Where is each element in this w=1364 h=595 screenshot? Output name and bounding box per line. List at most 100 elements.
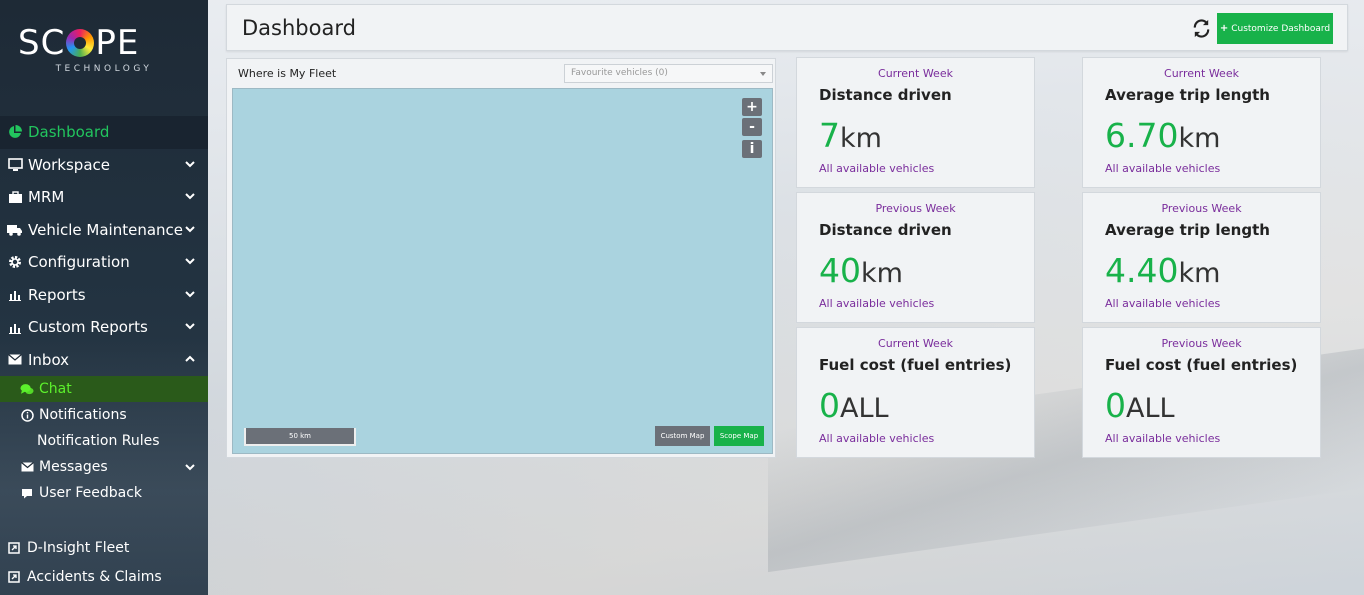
sidebar-item-mrm[interactable]: MRM <box>0 181 208 214</box>
customize-dashboard-button[interactable]: + Customize Dashboard <box>1217 13 1333 44</box>
stat-title: Average trip length <box>1105 221 1270 239</box>
favourite-vehicles-select[interactable]: Favourite vehicles (0) <box>564 64 773 83</box>
stat-card-trip-length-previous: Previous Week Average trip length 4.40km… <box>1082 192 1321 323</box>
stat-title: Distance driven <box>819 221 952 239</box>
sidebar-item-d-insight-fleet[interactable]: D-Insight Fleet <box>0 533 208 562</box>
widget-title: Where is My Fleet <box>238 67 337 80</box>
stat-value: 0ALL <box>819 386 889 429</box>
external-link-icon <box>7 541 21 555</box>
stat-scope-link[interactable]: All available vehicles <box>819 432 934 445</box>
external-links: D-Insight Fleet Accidents & Claims <box>0 533 208 591</box>
sidebar-item-label: Custom Reports <box>28 318 148 337</box>
sidebar-item-accidents-claims[interactable]: Accidents & Claims <box>0 562 208 591</box>
plus-icon: + <box>1219 23 1229 34</box>
stat-period: Current Week <box>878 337 953 350</box>
sidebar-item-label: MRM <box>28 188 65 207</box>
bar-chart-icon <box>7 319 23 335</box>
zoom-in-button[interactable]: + <box>742 98 762 116</box>
sidebar-item-label: D-Insight Fleet <box>27 539 130 556</box>
sidebar-item-vehicle-maintenance[interactable]: Vehicle Maintenance <box>0 214 208 247</box>
stat-period: Previous Week <box>875 202 956 215</box>
scope-logo[interactable]: SC PE TECHNOLOGY <box>18 26 190 76</box>
info-circle-icon <box>20 408 34 422</box>
bar-chart-icon <box>7 287 23 303</box>
sidebar-item-label: Accidents & Claims <box>27 568 162 585</box>
sidebar-subitem-user-feedback[interactable]: User Feedback <box>0 480 208 506</box>
stat-title: Distance driven <box>819 86 952 104</box>
sidebar-item-configuration[interactable]: Configuration <box>0 246 208 279</box>
sidebar-subitem-label: Notifications <box>39 407 127 423</box>
map-info-button[interactable]: i <box>742 140 762 158</box>
sidebar-item-label: Vehicle Maintenance <box>28 220 184 239</box>
chevron-down-icon <box>185 160 195 167</box>
sidebar-subitem-messages[interactable]: Messages <box>0 454 208 480</box>
logo-letters-pe: PE <box>95 23 140 63</box>
custom-map-button[interactable]: Custom Map <box>655 426 710 446</box>
chevron-up-icon <box>185 355 195 362</box>
stat-unit: km <box>840 123 882 154</box>
main-nav: Dashboard Workspace MRM Vehicle Maintena… <box>0 116 208 506</box>
stat-value: 7km <box>819 116 882 159</box>
chevron-down-icon <box>185 193 195 200</box>
stat-scope-link[interactable]: All available vehicles <box>1105 162 1220 175</box>
stat-title: Average trip length <box>1105 86 1270 104</box>
stat-scope-link[interactable]: All available vehicles <box>1105 432 1220 445</box>
stat-card-distance-previous: Previous Week Distance driven 40km All a… <box>796 192 1035 323</box>
chevron-down-icon <box>185 258 195 265</box>
stat-card-fuel-cost-previous: Previous Week Fuel cost (fuel entries) 0… <box>1082 327 1321 458</box>
sidebar-item-workspace[interactable]: Workspace <box>0 149 208 182</box>
zoom-out-button[interactable]: - <box>742 118 762 136</box>
stat-value: 4.40km <box>1105 251 1220 294</box>
stat-scope-link[interactable]: All available vehicles <box>819 162 934 175</box>
stat-unit: ALL <box>1126 393 1175 424</box>
stat-number: 0 <box>1105 386 1126 425</box>
customize-dashboard-label: Customize Dashboard <box>1231 23 1331 34</box>
sidebar-item-dashboard[interactable]: Dashboard <box>0 116 208 149</box>
sidebar-item-custom-reports[interactable]: Custom Reports <box>0 311 208 344</box>
scope-map-button[interactable]: Scope Map <box>714 426 764 446</box>
logo-letters-sc: SC <box>18 23 66 63</box>
refresh-icon[interactable] <box>1191 18 1212 39</box>
chevron-down-icon <box>185 225 195 232</box>
sidebar-item-label: Inbox <box>28 350 70 369</box>
stat-value: 40km <box>819 251 903 294</box>
stat-number: 0 <box>819 386 840 425</box>
stat-value: 0ALL <box>1105 386 1175 429</box>
sidebar-subitem-label: Messages <box>39 459 108 475</box>
logo-ring-icon <box>66 29 95 57</box>
envelope-icon <box>7 352 23 368</box>
stat-card-fuel-cost-current: Current Week Fuel cost (fuel entries) 0A… <box>796 327 1035 458</box>
external-link-icon <box>7 570 21 584</box>
truck-icon <box>7 222 23 238</box>
page-header: Dashboard + Customize Dashboard <box>226 4 1348 51</box>
stat-title: Fuel cost (fuel entries) <box>1105 356 1298 374</box>
sidebar-subitem-chat[interactable]: Chat <box>0 376 208 402</box>
stat-card-distance-current: Current Week Distance driven 7km All ava… <box>796 57 1035 188</box>
sidebar-subitem-notifications[interactable]: Notifications <box>0 402 208 428</box>
sidebar-item-label: Reports <box>28 285 86 304</box>
stat-period: Current Week <box>878 67 953 80</box>
chat-bubbles-icon <box>20 382 34 396</box>
stat-number: 4.40 <box>1105 251 1179 290</box>
sidebar-item-label: Configuration <box>28 253 130 272</box>
stat-value: 6.70km <box>1105 116 1220 159</box>
chevron-down-icon <box>185 290 195 297</box>
sidebar-item-reports[interactable]: Reports <box>0 279 208 312</box>
feedback-icon <box>20 486 34 500</box>
stat-scope-link[interactable]: All available vehicles <box>1105 297 1220 310</box>
fleet-map[interactable]: + - i 50 km Custom Map Scope Map <box>232 88 773 454</box>
stat-card-trip-length-current: Current Week Average trip length 6.70km … <box>1082 57 1321 188</box>
sidebar-item-inbox[interactable]: Inbox <box>0 344 208 377</box>
stat-unit: km <box>861 258 903 289</box>
monitor-icon <box>7 157 23 173</box>
select-value: Favourite vehicles (0) <box>571 68 668 78</box>
stat-period: Previous Week <box>1161 337 1242 350</box>
stat-scope-link[interactable]: All available vehicles <box>819 297 934 310</box>
sidebar-item-label: Dashboard <box>28 123 110 142</box>
chevron-down-icon <box>185 323 195 330</box>
sidebar-subitem-notification-rules[interactable]: Notification Rules <box>0 428 208 454</box>
pie-chart-icon <box>7 124 23 140</box>
stat-unit: km <box>1178 258 1221 289</box>
fleet-map-widget: Where is My Fleet Favourite vehicles (0)… <box>226 58 776 458</box>
stat-period: Previous Week <box>1161 202 1242 215</box>
